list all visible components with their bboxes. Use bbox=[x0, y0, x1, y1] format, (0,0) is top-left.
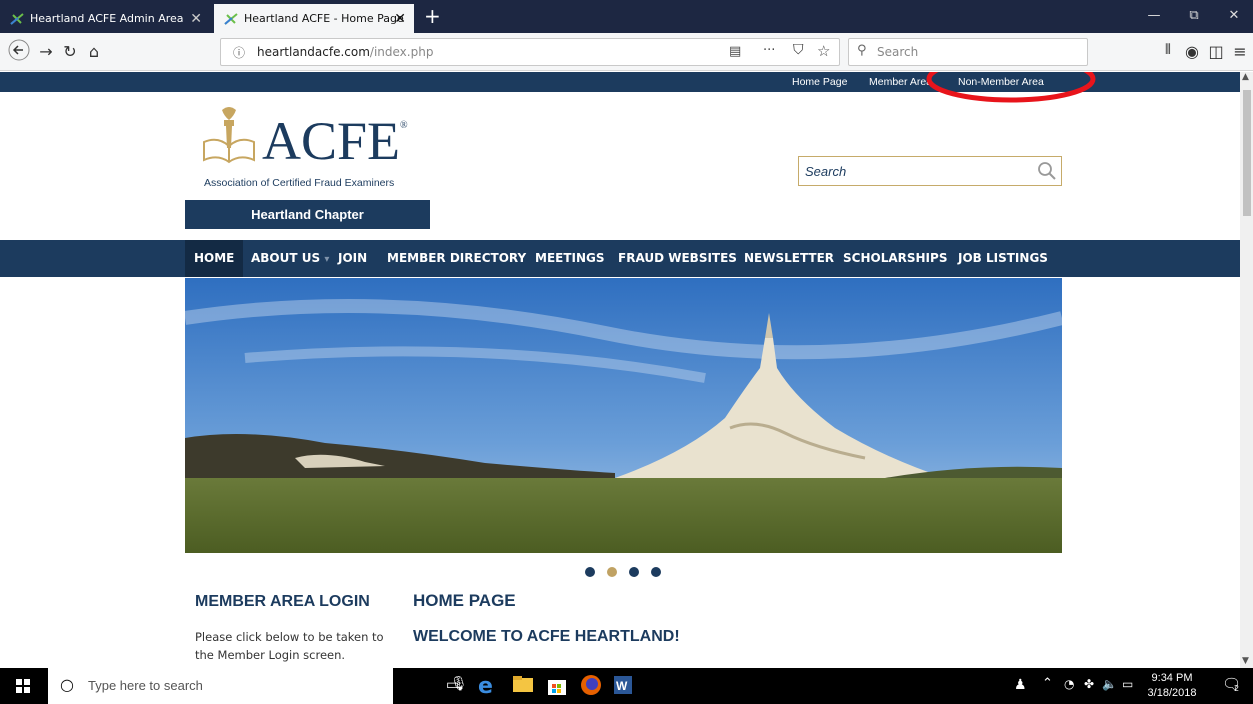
minimize-icon[interactable]: — bbox=[1144, 8, 1164, 23]
annotation-ellipse bbox=[926, 72, 1096, 103]
clock-date: 3/18/2018 bbox=[1147, 687, 1197, 699]
acfe-favicon-icon bbox=[224, 12, 238, 26]
people-icon[interactable]: ♟ bbox=[1014, 677, 1027, 693]
hero-slider-image[interactable] bbox=[185, 278, 1062, 553]
forward-icon[interactable]: → bbox=[36, 42, 56, 61]
svg-text:W: W bbox=[616, 679, 628, 693]
sidebar-heading: MEMBER AREA LOGIN bbox=[195, 593, 370, 610]
file-explorer-icon[interactable] bbox=[512, 674, 536, 698]
menu-icon[interactable]: ≡ bbox=[1230, 42, 1250, 61]
page-actions-icon[interactable]: ··· bbox=[763, 43, 775, 58]
url-path: /index.php bbox=[369, 45, 434, 59]
tab-admin-area[interactable]: Heartland ACFE Admin Area ✕ bbox=[0, 4, 210, 33]
restore-icon[interactable]: ⧉ bbox=[1184, 8, 1204, 23]
slider-dot[interactable] bbox=[607, 567, 617, 577]
browser-tab-strip: Heartland ACFE Admin Area ✕ Heartland AC… bbox=[0, 0, 1253, 33]
info-icon[interactable]: ⓘ bbox=[233, 44, 245, 61]
site-search-input[interactable]: Search bbox=[798, 156, 1062, 186]
torch-book-icon bbox=[203, 107, 255, 164]
search-icon: ⚲ bbox=[857, 43, 867, 58]
notification-count: 2 bbox=[1234, 684, 1240, 693]
nav-member-directory[interactable]: MEMBER DIRECTORY bbox=[378, 240, 535, 277]
cortana-icon: ○ bbox=[60, 675, 74, 694]
scroll-up-icon[interactable]: ▲ bbox=[1242, 72, 1249, 82]
nav-about-us[interactable]: ABOUT US ▾ bbox=[242, 240, 338, 277]
close-icon[interactable]: ✕ bbox=[1224, 8, 1244, 23]
tray-clock[interactable]: 9:34 PM 3/18/2018 bbox=[1142, 671, 1202, 701]
scrollbar-thumb[interactable] bbox=[1243, 90, 1251, 216]
reader-view-icon[interactable]: ▤ bbox=[729, 44, 741, 59]
association-name: Association of Certified Fraud Examiners bbox=[204, 177, 395, 189]
web-page: Home Page Member Area Non-Member Area AC… bbox=[0, 72, 1240, 668]
scroll-down-icon[interactable]: ▼ bbox=[1242, 656, 1249, 666]
back-icon[interactable] bbox=[8, 39, 30, 65]
new-tab-button[interactable]: + bbox=[424, 4, 441, 28]
sidebar-icon[interactable]: ◫ bbox=[1206, 42, 1226, 61]
nav-fraud-websites[interactable]: FRAUD WEBSITES bbox=[609, 240, 746, 277]
tab-title: Heartland ACFE - Home Page bbox=[244, 12, 404, 25]
word-icon[interactable]: W bbox=[612, 674, 636, 698]
tab-close-icon[interactable]: ✕ bbox=[190, 11, 202, 27]
tray-expand-icon[interactable]: ⌃ bbox=[1042, 676, 1053, 691]
landscape-illustration bbox=[185, 278, 1062, 553]
browser-search-box[interactable]: ⚲ Search bbox=[848, 38, 1088, 66]
firefox-icon[interactable] bbox=[580, 674, 604, 698]
logo-wordmark: ACFE® bbox=[262, 110, 408, 172]
logo-registered-mark: ® bbox=[400, 120, 408, 131]
nav-join[interactable]: JOIN bbox=[329, 240, 376, 277]
home-icon[interactable]: ⌂ bbox=[84, 42, 104, 61]
edge-icon[interactable]: e bbox=[478, 674, 502, 699]
tab-title: Heartland ACFE Admin Area bbox=[30, 12, 184, 25]
address-bar[interactable]: ⓘ heartlandacfe.com/index.php ▤ ··· ⛉ ☆ bbox=[220, 38, 840, 66]
tray-dropbox-icon[interactable]: ✤ bbox=[1084, 677, 1094, 691]
extension-icon[interactable]: ◉ bbox=[1182, 42, 1202, 61]
nav-about-us-label: ABOUT US bbox=[251, 251, 321, 265]
windows-logo-icon bbox=[16, 679, 30, 693]
logo-text: ACFE bbox=[262, 111, 401, 171]
taskbar-search-placeholder: Type here to search bbox=[88, 678, 203, 693]
nav-scholarships[interactable]: SCHOLARSHIPS bbox=[834, 240, 956, 277]
browser-search-placeholder: Search bbox=[877, 45, 919, 59]
site-search-placeholder: Search bbox=[805, 164, 847, 179]
store-icon[interactable] bbox=[546, 674, 570, 698]
tray-battery-icon[interactable]: ▭ bbox=[1122, 677, 1133, 691]
url-text: heartlandacfe.com/index.php bbox=[257, 45, 433, 59]
tray-volume-icon[interactable]: 🔈 bbox=[1102, 677, 1117, 691]
tab-close-icon[interactable]: ✕ bbox=[394, 11, 406, 27]
sidebar-text: Please click below to be taken to the Me… bbox=[195, 630, 384, 662]
chapter-banner: Heartland Chapter bbox=[185, 200, 430, 229]
tab-home-page[interactable]: Heartland ACFE - Home Page ✕ bbox=[214, 4, 414, 33]
slider-dot[interactable] bbox=[585, 567, 595, 577]
clock-time: 9:34 PM bbox=[1151, 672, 1193, 684]
main-heading: HOME PAGE bbox=[413, 591, 516, 610]
task-view-icon[interactable]: ▭ bbox=[446, 677, 459, 693]
pocket-icon[interactable]: ⛉ bbox=[793, 42, 804, 58]
bookmark-star-icon[interactable]: ☆ bbox=[817, 42, 830, 60]
slider-dot[interactable] bbox=[651, 567, 661, 577]
util-link-home-page[interactable]: Home Page bbox=[792, 76, 847, 88]
url-host: heartlandacfe.com bbox=[257, 45, 370, 59]
tray-network-icon[interactable]: ◔ bbox=[1064, 677, 1074, 691]
page-scrollbar[interactable]: ▲ ▼ bbox=[1240, 72, 1253, 668]
windows-taskbar: ○ Type here to search 🎙 ▭ e W ♟ ⌃ ◔ ✤ 🔈 … bbox=[0, 668, 1253, 704]
main-navigation: HOME ABOUT US ▾ JOIN MEMBER DIRECTORY ME… bbox=[0, 240, 1240, 277]
library-icon[interactable]: ⫴ bbox=[1158, 42, 1178, 58]
slider-dot[interactable] bbox=[629, 567, 639, 577]
taskbar-search-box[interactable]: ○ Type here to search 🎙 bbox=[48, 668, 468, 704]
nav-newsletter[interactable]: NEWSLETTER bbox=[735, 240, 843, 277]
browser-toolbar: → ↻ ⌂ ⓘ heartlandacfe.com/index.php ▤ ··… bbox=[0, 33, 1253, 71]
nav-home[interactable]: HOME bbox=[185, 240, 244, 277]
main-subheading: WELCOME TO ACFE HEARTLAND! bbox=[413, 628, 680, 645]
start-button[interactable] bbox=[0, 668, 48, 704]
reload-icon[interactable]: ↻ bbox=[60, 42, 80, 61]
acfe-favicon-icon bbox=[10, 12, 24, 26]
search-icon[interactable] bbox=[1037, 161, 1057, 181]
nav-meetings[interactable]: MEETINGS bbox=[526, 240, 614, 277]
nav-job-listings[interactable]: JOB LISTINGS bbox=[949, 240, 1057, 277]
util-link-member-area[interactable]: Member Area bbox=[869, 76, 933, 88]
